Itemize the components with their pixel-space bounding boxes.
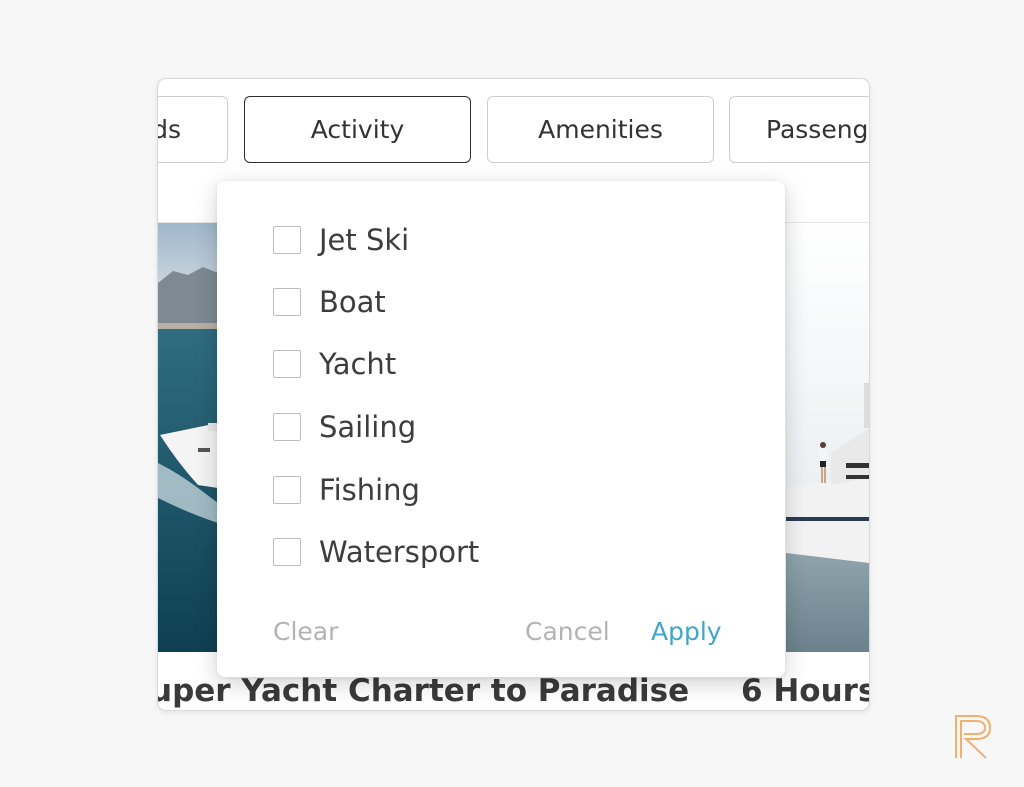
filter-chip-amenities[interactable]: Amenities <box>487 96 714 163</box>
filter-chip-partial-left[interactable]: ds <box>158 96 228 163</box>
option-label: Watersport <box>319 535 480 569</box>
cancel-button[interactable]: Cancel <box>525 617 610 646</box>
checkbox-icon[interactable] <box>273 288 301 316</box>
yacht-photo-right[interactable] <box>786 223 869 652</box>
clear-button[interactable]: Clear <box>273 617 338 646</box>
filter-chip-label: Activity <box>310 115 405 144</box>
yacht-photo-left[interactable] <box>158 223 218 652</box>
option-watersport[interactable]: Watersport <box>273 532 479 572</box>
option-label: Yacht <box>319 347 397 381</box>
card-title-right[interactable]: 6 Hours <box>741 673 869 709</box>
filter-chip-label: Amenities <box>538 115 663 144</box>
r-logo-icon <box>952 712 996 760</box>
option-fishing[interactable]: Fishing <box>273 470 420 510</box>
checkbox-icon[interactable] <box>273 476 301 504</box>
option-sailing[interactable]: Sailing <box>273 407 416 447</box>
filter-chip-activity[interactable]: Activity <box>244 96 471 163</box>
checkbox-icon[interactable] <box>273 538 301 566</box>
apply-button[interactable]: Apply <box>651 617 722 646</box>
option-jet-ski[interactable]: Jet Ski <box>273 220 409 260</box>
option-boat[interactable]: Boat <box>273 282 386 322</box>
activity-dropdown: Jet Ski Boat Yacht Sailing Fishing Water… <box>217 181 785 677</box>
checkbox-icon[interactable] <box>273 226 301 254</box>
option-label: Fishing <box>319 473 420 507</box>
filter-chip-label: ds <box>158 115 181 144</box>
checkbox-icon[interactable] <box>273 350 301 378</box>
option-label: Jet Ski <box>319 223 410 257</box>
option-label: Sailing <box>319 410 417 444</box>
option-yacht[interactable]: Yacht <box>273 344 396 384</box>
filter-chip-label: Passeng <box>766 115 869 144</box>
checkbox-icon[interactable] <box>273 413 301 441</box>
option-label: Boat <box>319 285 386 319</box>
card-title-left[interactable]: uper Yacht Charter to Paradise <box>158 673 689 709</box>
filter-chip-passengers[interactable]: Passeng <box>729 96 869 163</box>
